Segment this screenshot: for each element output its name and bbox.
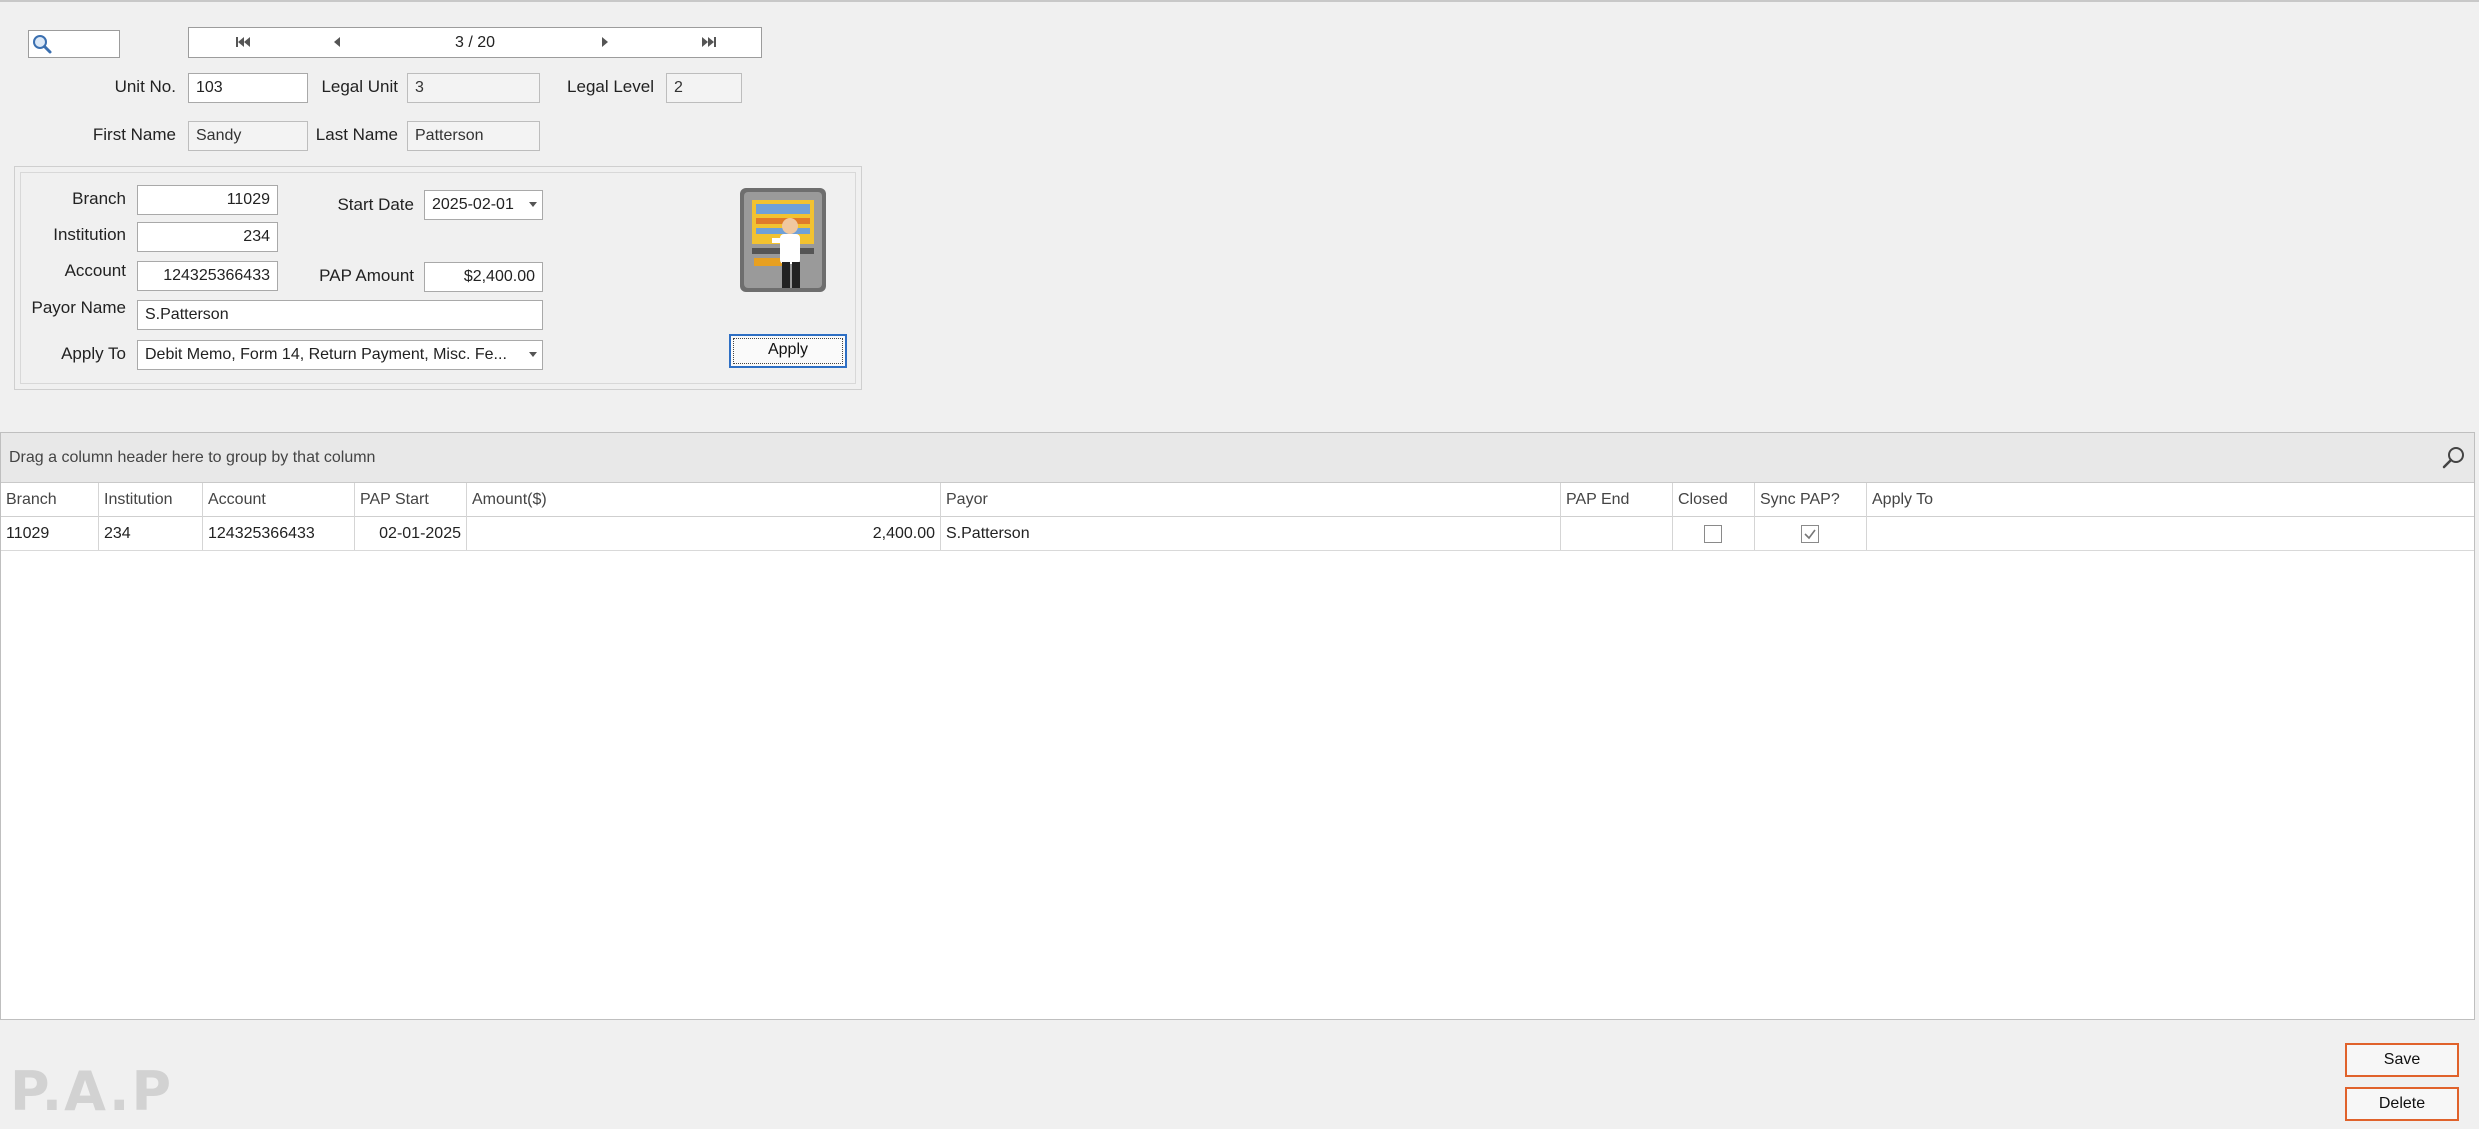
next-record-icon[interactable]	[585, 28, 625, 57]
column-header-institution[interactable]: Institution	[99, 483, 203, 517]
legal-unit-label: Legal Unit	[321, 77, 398, 96]
record-search-input[interactable]	[28, 30, 120, 58]
column-header-sync-pap[interactable]: Sync PAP?	[1755, 483, 1867, 517]
delete-button[interactable]: Delete	[2345, 1087, 2459, 1121]
sync-pap-checkbox[interactable]	[1801, 525, 1819, 543]
column-header-account[interactable]: Account	[203, 483, 355, 517]
top-border	[0, 0, 2479, 2]
start-date-label: Start Date	[337, 195, 414, 214]
column-header-apply-to[interactable]: Apply To	[1867, 483, 2474, 517]
pap-amount-label: PAP Amount	[319, 266, 414, 285]
apply-to-dropdown[interactable]: Debit Memo, Form 14, Return Payment, Mis…	[137, 340, 543, 370]
cell-pap-start: 02-01-2025	[355, 517, 467, 550]
first-name-field: Sandy	[188, 121, 308, 151]
branch-field[interactable]: 11029	[137, 185, 278, 215]
pap-watermark: P.A.P	[10, 1060, 174, 1123]
institution-field[interactable]: 234	[137, 222, 278, 252]
first-name-label: First Name	[92, 125, 176, 144]
column-header-pap-end[interactable]: PAP End	[1561, 483, 1673, 517]
cell-closed	[1673, 517, 1755, 550]
account-label: Account	[64, 261, 126, 280]
legal-unit-field: 3	[407, 73, 540, 103]
cell-sync-pap	[1755, 517, 1867, 550]
start-date-picker[interactable]: 2025-02-01	[424, 190, 543, 220]
account-field[interactable]: 124325366433	[137, 261, 278, 291]
magnifier-icon	[33, 35, 52, 54]
cell-branch: 11029	[1, 517, 99, 550]
cell-institution: 234	[99, 517, 203, 550]
legal-level-field: 2	[666, 73, 742, 103]
apply-to-value: Debit Memo, Form 14, Return Payment, Mis…	[145, 346, 507, 363]
grid-header: Branch Institution Account PAP Start Amo…	[1, 483, 2474, 517]
last-name-label: Last Name	[315, 125, 398, 144]
column-header-amount[interactable]: Amount($)	[467, 483, 941, 517]
column-header-closed[interactable]: Closed	[1673, 483, 1755, 517]
payor-name-label: Payor Name	[31, 298, 126, 317]
atm-machine-icon	[740, 188, 826, 292]
column-header-branch[interactable]: Branch	[1, 483, 99, 517]
previous-record-icon[interactable]	[317, 28, 357, 57]
unit-no-label: Unit No.	[114, 77, 176, 96]
cell-apply-to	[1867, 517, 2474, 550]
last-name-field: Patterson	[407, 121, 540, 151]
cell-pap-end	[1561, 517, 1673, 550]
group-by-panel[interactable]: Drag a column header here to group by th…	[1, 433, 2474, 483]
branch-label: Branch	[72, 189, 126, 208]
column-header-pap-start[interactable]: PAP Start	[355, 483, 467, 517]
apply-to-label: Apply To	[61, 344, 126, 363]
table-row[interactable]: 11029 234 124325366433 02-01-2025 2,400.…	[1, 517, 2474, 551]
save-button[interactable]: Save	[2345, 1043, 2459, 1077]
last-record-icon[interactable]	[689, 28, 729, 57]
legal-level-label: Legal Level	[567, 77, 654, 96]
apply-button[interactable]: Apply	[729, 334, 847, 368]
payor-name-field[interactable]: S.Patterson	[137, 300, 543, 330]
cell-amount: 2,400.00	[467, 517, 941, 550]
chevron-down-icon	[529, 352, 537, 357]
checkmark-icon	[1804, 529, 1816, 540]
closed-checkbox[interactable]	[1704, 525, 1722, 543]
cell-payor: S.Patterson	[941, 517, 1561, 550]
chevron-down-icon	[529, 202, 537, 207]
record-counter: 3 / 20	[454, 34, 496, 51]
group-panel-hint: Drag a column header here to group by th…	[9, 449, 376, 466]
first-record-icon[interactable]	[223, 28, 263, 57]
column-header-payor[interactable]: Payor	[941, 483, 1561, 517]
institution-label: Institution	[53, 225, 126, 244]
unit-no-field[interactable]: 103	[188, 73, 308, 103]
pap-amount-field[interactable]: $2,400.00	[424, 262, 543, 292]
pap-grid: Drag a column header here to group by th…	[0, 432, 2475, 1020]
search-icon[interactable]	[2440, 444, 2468, 472]
start-date-value: 2025-02-01	[432, 196, 514, 213]
cell-account: 124325366433	[203, 517, 355, 550]
record-navigator: 3 / 20	[188, 27, 762, 58]
